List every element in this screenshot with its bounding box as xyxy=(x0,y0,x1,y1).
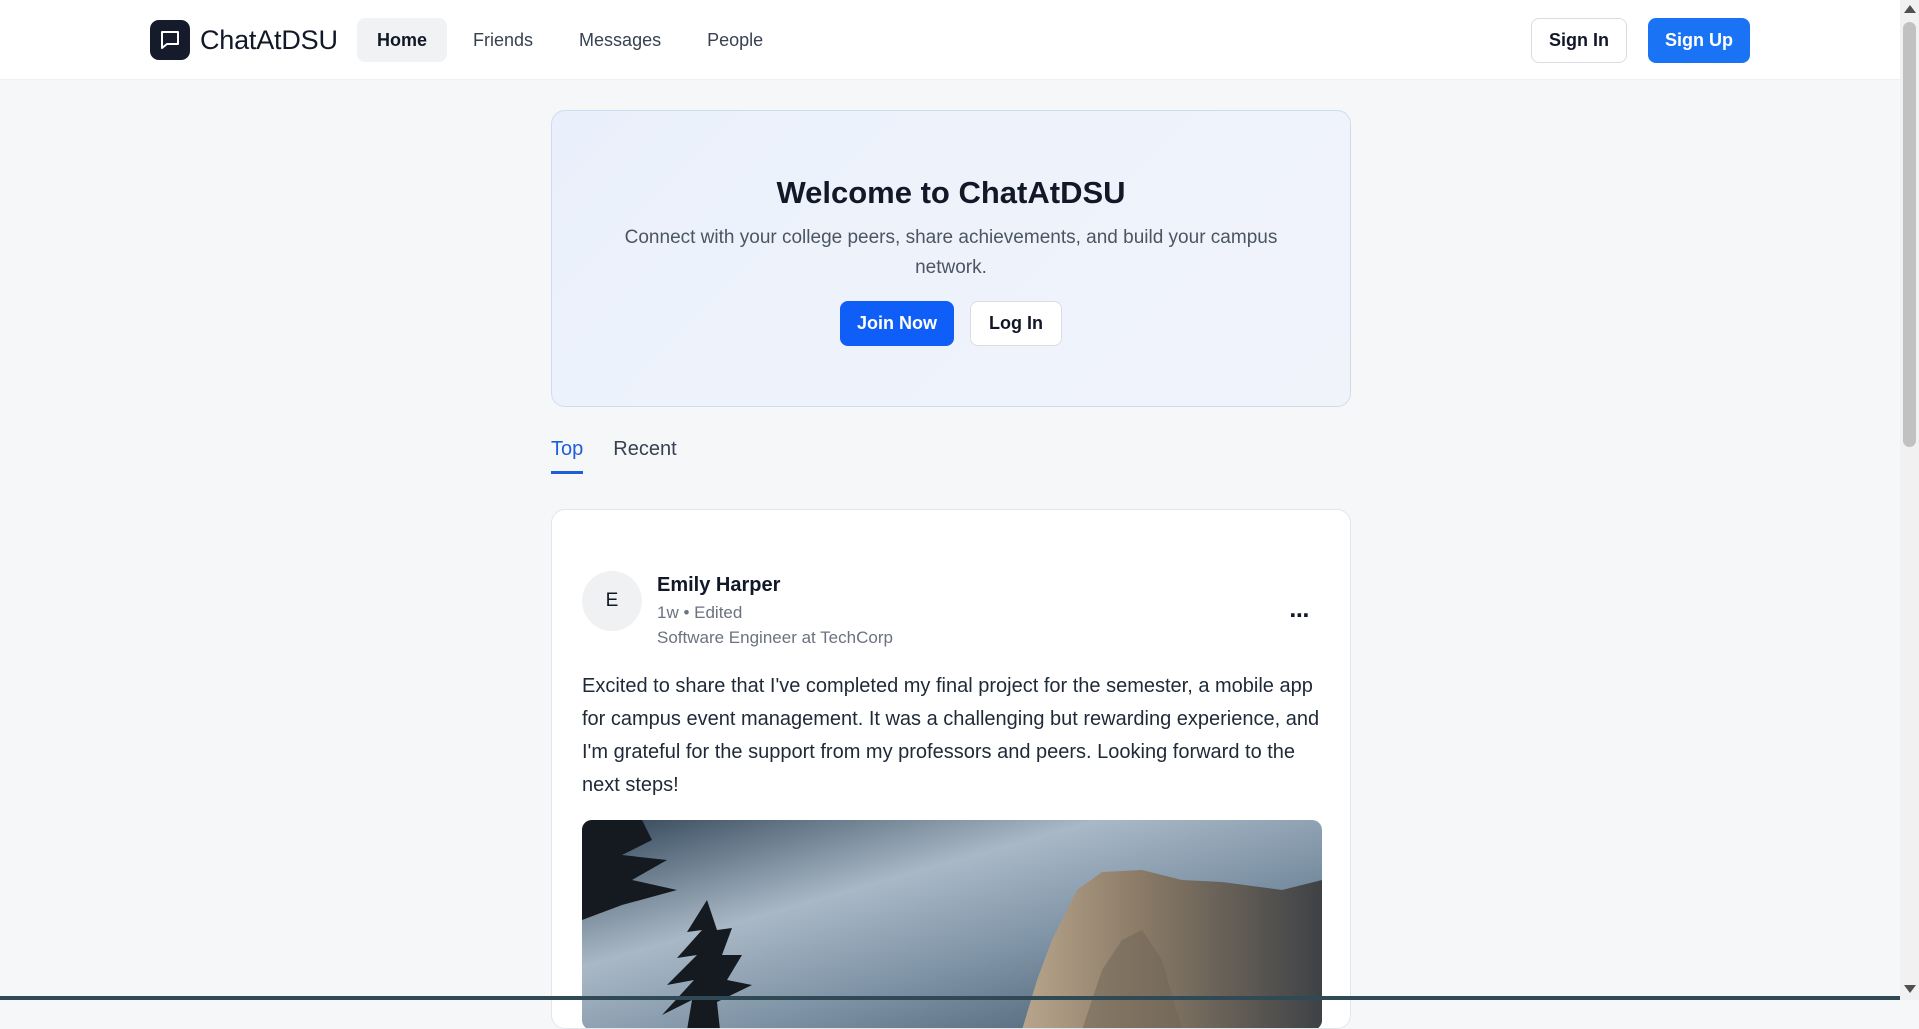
main-nav: Home Friends Messages People xyxy=(357,18,783,62)
welcome-actions: Join Now Log In xyxy=(552,301,1350,346)
brand[interactable]: ChatAtDSU xyxy=(150,20,338,60)
brand-name: ChatAtDSU xyxy=(200,24,338,55)
log-in-button[interactable]: Log In xyxy=(970,301,1062,346)
tab-top[interactable]: Top xyxy=(551,438,584,474)
feed-tabs: Top Recent xyxy=(551,438,677,474)
auth-actions: Sign In Sign Up xyxy=(1531,18,1750,63)
post-meta: 1w • Edited xyxy=(657,603,743,622)
author-headline: Software Engineer at TechCorp xyxy=(657,628,893,647)
welcome-subtitle: Connect with your college peers, share a… xyxy=(624,227,1278,278)
post-card: E Emily Harper 1w • Edited Software Engi… xyxy=(551,509,1351,1029)
nav-people[interactable]: People xyxy=(687,18,783,62)
post-author[interactable]: Emily Harper xyxy=(657,574,780,597)
sign-in-button[interactable]: Sign In xyxy=(1531,18,1627,63)
more-options-icon[interactable]: ⋯ xyxy=(1283,598,1317,632)
tab-recent[interactable]: Recent xyxy=(613,438,676,474)
vertical-scrollbar[interactable] xyxy=(1900,0,1919,1000)
chat-bubble-icon xyxy=(150,20,190,60)
top-navbar: ChatAtDSU Home Friends Messages People S… xyxy=(0,0,1900,80)
window-bottom-edge xyxy=(0,996,1900,1000)
welcome-title: Welcome to ChatAtDSU xyxy=(776,175,1126,210)
scroll-thumb[interactable] xyxy=(1903,22,1916,447)
nav-friends[interactable]: Friends xyxy=(453,18,553,62)
sign-up-button[interactable]: Sign Up xyxy=(1648,18,1750,63)
scroll-down-arrow-icon[interactable] xyxy=(1904,985,1916,993)
scroll-up-arrow-icon[interactable] xyxy=(1904,5,1916,13)
avatar[interactable]: E xyxy=(582,571,642,631)
join-now-button[interactable]: Join Now xyxy=(840,301,954,346)
post-body: Excited to share that I've completed my … xyxy=(582,675,1320,796)
welcome-card: Welcome to ChatAtDSU Connect with your c… xyxy=(551,110,1351,407)
nav-messages[interactable]: Messages xyxy=(559,18,681,62)
nav-home[interactable]: Home xyxy=(357,18,448,62)
